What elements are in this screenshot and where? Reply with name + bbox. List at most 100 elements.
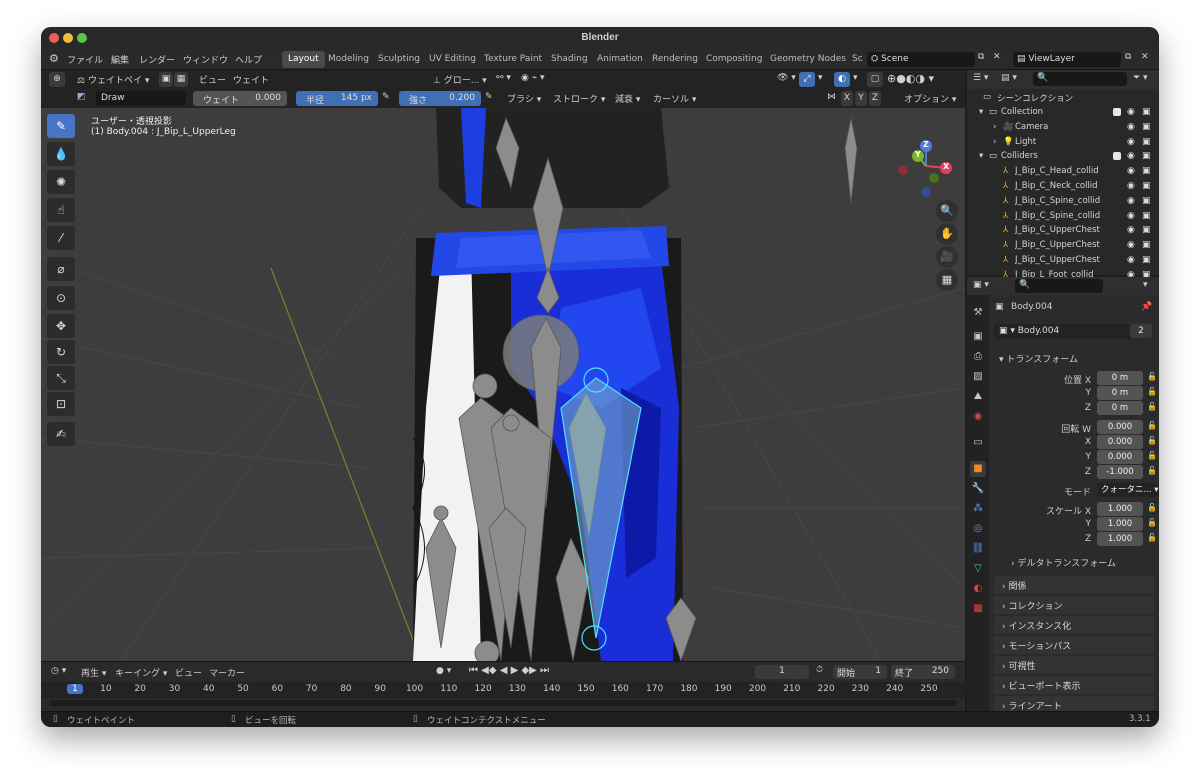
shading-modes-icon[interactable]: ⊕●◐◑ ▾ (887, 72, 934, 85)
mirror-y-toggle[interactable]: Y (855, 91, 867, 106)
outliner-row[interactable]: ▾ ▭ Collection ◉ ▣ (967, 105, 1159, 120)
workspace-tab[interactable]: Layout (282, 51, 325, 68)
stroke-menu[interactable]: ストローク ▾ (553, 92, 605, 105)
physics-tab-icon[interactable]: ◎ (970, 521, 986, 537)
move-tool-icon[interactable]: ✥ (47, 314, 75, 338)
rotation-w-field[interactable]: 0.000 (1097, 420, 1143, 434)
cursor-tool-icon[interactable]: ⊙ (47, 286, 75, 310)
menu-file[interactable]: ファイル (67, 53, 103, 66)
3d-viewport[interactable]: Z X Y ユーザー・透視投影 (1) Body.004 : J_Bip_L_U… (41, 108, 965, 661)
properties-search-input[interactable]: 🔍 (1015, 279, 1103, 293)
end-frame-field[interactable]: 終了 250 (891, 665, 955, 679)
workspace-tab[interactable]: Rendering (646, 51, 704, 68)
camera-view-icon[interactable]: 🎥 (936, 246, 958, 268)
lock-icon[interactable]: 🔓 (1147, 436, 1157, 445)
modifier-tab-icon[interactable]: 🔧 (970, 481, 986, 497)
editor-type-icon[interactable]: ⊕ (49, 72, 65, 87)
visibility-eye-icon[interactable]: ◉ (1127, 255, 1135, 265)
weight-slider[interactable]: ウェイト 0.000 (193, 91, 287, 106)
properties-section-header[interactable]: › 関係 (994, 576, 1154, 594)
overlay-toggle-icon[interactable]: ◐ (834, 72, 850, 87)
new-view-layer-icon[interactable]: ⧉ (1125, 52, 1131, 62)
view-layer-selector[interactable]: ▤ ViewLayer (1013, 52, 1121, 67)
scale-y-field[interactable]: 1.000 (1097, 517, 1143, 531)
timeline-editor-icon[interactable]: ◷ ▾ (51, 666, 66, 676)
texture-tab-icon[interactable]: ▩ (970, 601, 986, 617)
timeline-scrollbar[interactable] (49, 700, 957, 706)
falloff-menu[interactable]: 減衰 ▾ (615, 92, 640, 105)
radius-pressure-icon[interactable]: ✎ (382, 92, 390, 102)
menu-render[interactable]: レンダー (139, 53, 175, 66)
average-tool-icon[interactable]: ✺ (47, 170, 75, 194)
rotation-z-field[interactable]: -1.000 (1097, 465, 1143, 479)
vertex-mask-icon[interactable]: ▦ (174, 72, 188, 87)
overlay-dropdown-icon[interactable]: ▾ (853, 73, 858, 83)
snap-icon[interactable]: ◉ ⌁ ▾ (521, 73, 545, 83)
workspace-tab[interactable]: Shading (545, 51, 594, 68)
render-camera-icon[interactable]: ▣ (1142, 107, 1151, 117)
expand-chevron-icon[interactable]: › (993, 137, 996, 147)
outliner-row[interactable]: ⅄ J_Bip_C_Head_collid ◉ ▣ (967, 164, 1159, 179)
render-tab-icon[interactable]: ▣ (970, 329, 986, 345)
zoom-view-icon[interactable]: 🔍 (936, 200, 958, 222)
lock-icon[interactable]: 🔓 (1147, 466, 1157, 475)
remove-scene-icon[interactable]: ✕ (993, 52, 1001, 62)
playback-controls-icon[interactable]: ⏮ ◀◆ ◀ ▶ ◆▶ ⏭ (469, 665, 549, 676)
menu-window[interactable]: ウィンドウ (183, 53, 228, 66)
visibility-eye-icon[interactable]: ◉ (1127, 181, 1135, 191)
rotation-mode-selector[interactable]: クォータニ... ▾ (1097, 483, 1159, 497)
workspace-tab[interactable]: Animation (591, 51, 649, 68)
output-tab-icon[interactable]: ⎙ (970, 349, 986, 365)
marker-menu[interactable]: マーカー (209, 666, 245, 679)
properties-section-header[interactable]: › モーションパス (994, 636, 1154, 654)
render-camera-icon[interactable]: ▣ (1142, 151, 1151, 161)
view-menu[interactable]: ビュー (199, 73, 226, 86)
render-camera-icon[interactable]: ▣ (1142, 181, 1151, 191)
scale-z-field[interactable]: 1.000 (1097, 532, 1143, 546)
workspace-tab[interactable]: Texture Paint (478, 51, 548, 68)
visibility-eye-icon[interactable]: ◉ (1127, 107, 1135, 117)
datablock-users[interactable]: 2 (1130, 324, 1152, 338)
gizmo-dropdown-icon[interactable]: ▾ (818, 73, 823, 83)
outliner-row[interactable]: ⅄ J_Bip_C_UpperChest ◉ ▣ (967, 223, 1159, 238)
exclude-checkbox[interactable] (1113, 108, 1121, 116)
outliner-row[interactable]: › 💡 Light ◉ ▣ (967, 135, 1159, 150)
strength-pressure-icon[interactable]: ✎ (485, 92, 493, 102)
render-camera-icon[interactable]: ▣ (1142, 240, 1151, 250)
properties-section-header[interactable]: › コレクション (994, 596, 1154, 614)
brush-menu[interactable]: ブラシ ▾ (507, 92, 541, 105)
mirror-x-toggle[interactable]: X (841, 91, 853, 106)
workspace-tab[interactable]: Geometry Nodes (764, 51, 852, 68)
preview-range-icon[interactable]: ⏱ (816, 665, 823, 675)
radius-slider[interactable]: 半径 145 px (296, 91, 378, 106)
outliner-row[interactable]: ⅄ J_Bip_C_UpperChest ◉ ▣ (967, 238, 1159, 253)
collection-tab-icon[interactable]: ▭ (970, 435, 986, 451)
pan-view-icon[interactable]: ✋ (936, 223, 958, 245)
lock-icon[interactable]: 🔓 (1147, 503, 1157, 512)
lock-icon[interactable]: 🔓 (1147, 518, 1157, 527)
data-tab-icon[interactable]: ▽ (970, 561, 986, 577)
mode-selector[interactable]: ⚖ ウェイトペイ ▾ (77, 73, 149, 86)
timeline-ruler[interactable]: 1 10 20 30 40 50 60 70 80 90 100 110 120 130 140 150 160… (41, 682, 965, 698)
expand-chevron-icon[interactable]: ▾ (979, 107, 983, 117)
current-frame-field[interactable]: 1 (755, 665, 809, 679)
visibility-eye-icon[interactable]: ◉ (1127, 151, 1135, 161)
location-z-field[interactable]: 0 m (1097, 401, 1143, 415)
constraints-tab-icon[interactable]: ⛓ (970, 541, 986, 557)
face-mask-icon[interactable]: ▣ (159, 72, 173, 87)
xray-icon[interactable]: ▢ (867, 72, 883, 87)
blur-tool-icon[interactable]: 💧 (47, 142, 75, 166)
render-camera-icon[interactable]: ▣ (1142, 196, 1151, 206)
visibility-eye-icon[interactable]: ◉ (1127, 211, 1135, 221)
weights-menu[interactable]: ウェイト (233, 73, 269, 86)
start-frame-field[interactable]: 開始 1 (833, 665, 887, 679)
strength-slider[interactable]: 強さ 0.200 (399, 91, 481, 106)
transform-tool-icon[interactable]: ⊡ (47, 392, 75, 416)
display-mode-icon[interactable]: ▤ ▾ (1001, 73, 1017, 83)
visibility-icon[interactable]: 👁 ▾ (777, 73, 796, 83)
scene-tab-icon[interactable]: ⛰ (970, 389, 986, 405)
properties-section-header[interactable]: › インスタンス化 (994, 616, 1154, 634)
annotate-tool-icon[interactable]: ✍ (47, 422, 75, 446)
delta-transform-header[interactable]: › デルタトランスフォーム (1011, 556, 1116, 569)
visibility-eye-icon[interactable]: ◉ (1127, 122, 1135, 132)
